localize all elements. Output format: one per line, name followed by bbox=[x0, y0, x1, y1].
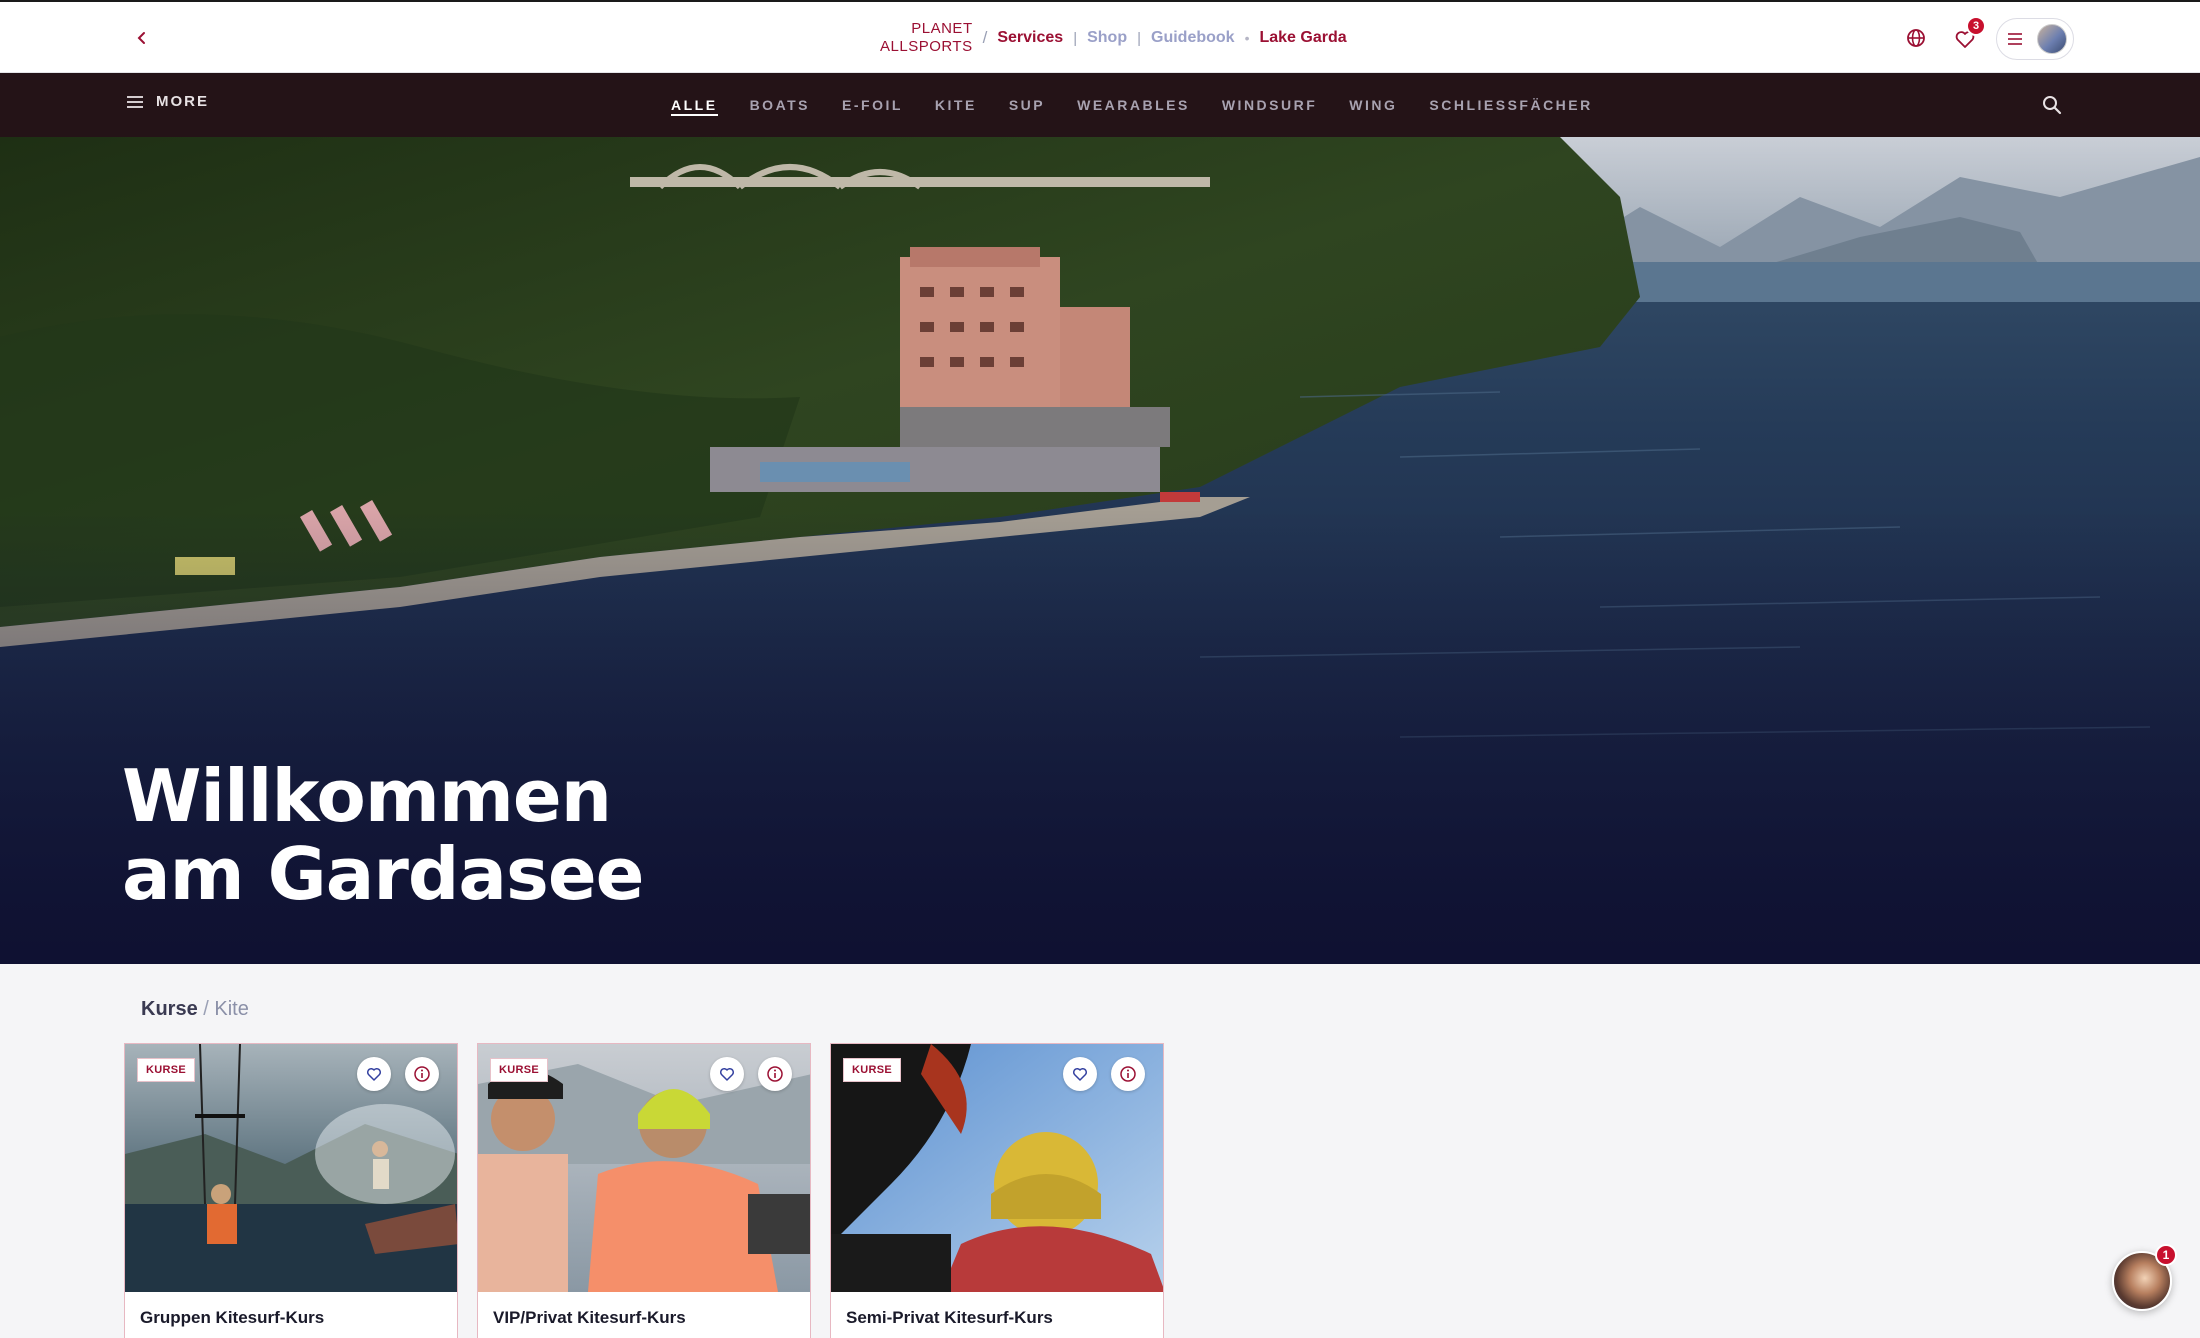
favorite-button[interactable] bbox=[710, 1057, 744, 1091]
crumb-shop[interactable]: Shop bbox=[1087, 29, 1127, 47]
chevron-left-icon bbox=[137, 32, 145, 44]
location-selector[interactable]: Lake Garda bbox=[1259, 29, 1346, 47]
more-label: MORE bbox=[156, 93, 209, 110]
crumb-divider: | bbox=[1073, 29, 1078, 47]
section-breadcrumb: Kurse / Kite bbox=[141, 998, 249, 1021]
heart-icon bbox=[719, 1067, 735, 1081]
menu-icon bbox=[2008, 33, 2022, 45]
search-button[interactable] bbox=[2040, 93, 2064, 117]
brand-breadcrumb: PLANET ALLSPORTS / Services | Shop | Gui… bbox=[880, 18, 1347, 58]
course-title[interactable]: Gruppen Kitesurf-Kurs bbox=[140, 1308, 324, 1328]
tab-schliessfaecher[interactable]: SCHLIESSFÄCHER bbox=[1413, 73, 1608, 137]
top-header: PLANET ALLSPORTS / Services | Shop | Gui… bbox=[0, 0, 2200, 73]
course-card-image: KURSE bbox=[831, 1044, 1163, 1292]
crumb-guidebook[interactable]: Guidebook bbox=[1151, 29, 1235, 47]
info-icon bbox=[414, 1066, 430, 1082]
crumb-services[interactable]: Services bbox=[997, 29, 1063, 47]
favorites-count-badge: 3 bbox=[1966, 16, 1986, 36]
tab-sup[interactable]: SUP bbox=[993, 73, 1061, 137]
user-avatar bbox=[2037, 24, 2067, 54]
search-icon bbox=[2043, 96, 2062, 115]
hero-banner: Willkommen am Gardasee bbox=[0, 137, 2200, 964]
heart-icon bbox=[1072, 1067, 1088, 1081]
section-crumb-sub: Kite bbox=[214, 998, 249, 1020]
tab-kite[interactable]: KITE bbox=[919, 73, 993, 137]
info-button[interactable] bbox=[758, 1057, 792, 1091]
course-cards: KURSE Gruppen Kitesurf-Kurs KURSE VIP/Pr… bbox=[124, 1043, 1164, 1338]
category-nav: MORE ALLE BOATS E-FOIL KITE SUP WEARABLE… bbox=[0, 73, 2200, 137]
crumb-separator: / bbox=[982, 28, 988, 47]
info-button[interactable] bbox=[1111, 1057, 1145, 1091]
globe-icon bbox=[1907, 29, 1925, 47]
course-title[interactable]: Semi-Privat Kitesurf-Kurs bbox=[846, 1308, 1053, 1328]
crumb-dot: • bbox=[1244, 30, 1250, 46]
user-menu-button[interactable] bbox=[1996, 18, 2074, 60]
tab-e-foil[interactable]: E-FOIL bbox=[826, 73, 919, 137]
nav-tabs: ALLE BOATS E-FOIL KITE SUP WEARABLES WIN… bbox=[655, 73, 1609, 137]
hamburger-icon bbox=[127, 95, 143, 108]
language-button[interactable] bbox=[1902, 24, 1930, 52]
tab-wing[interactable]: WING bbox=[1333, 73, 1413, 137]
heart-icon bbox=[366, 1067, 382, 1081]
tab-windsurf[interactable]: WINDSURF bbox=[1206, 73, 1333, 137]
tab-alle[interactable]: ALLE bbox=[655, 73, 734, 137]
favorite-button[interactable] bbox=[357, 1057, 391, 1091]
course-card[interactable]: KURSE Gruppen Kitesurf-Kurs bbox=[124, 1043, 458, 1338]
back-button[interactable] bbox=[126, 22, 158, 54]
crumb-divider: | bbox=[1137, 29, 1141, 47]
tab-wearables[interactable]: WEARABLES bbox=[1061, 73, 1206, 137]
tab-boats[interactable]: BOATS bbox=[734, 73, 826, 137]
planet-allsports-logo[interactable]: PLANET ALLSPORTS bbox=[880, 20, 973, 56]
course-card[interactable]: KURSE Semi-Privat Kitesurf-Kurs bbox=[830, 1043, 1164, 1338]
course-card-image: KURSE bbox=[478, 1044, 810, 1292]
course-card[interactable]: KURSE VIP/Privat Kitesurf-Kurs bbox=[477, 1043, 811, 1338]
course-tag: KURSE bbox=[137, 1058, 196, 1082]
section-crumb-main[interactable]: Kurse bbox=[141, 998, 198, 1020]
info-icon bbox=[1120, 1066, 1136, 1082]
info-button[interactable] bbox=[405, 1057, 439, 1091]
favorite-button[interactable] bbox=[1063, 1057, 1097, 1091]
chat-unread-badge: 1 bbox=[2155, 1244, 2177, 1266]
course-tag: KURSE bbox=[843, 1058, 902, 1082]
more-menu-button[interactable]: MORE bbox=[126, 93, 209, 110]
course-title[interactable]: VIP/Privat Kitesurf-Kurs bbox=[493, 1308, 686, 1328]
section-crumb-separator: / bbox=[203, 998, 209, 1020]
hero-title: Willkommen am Gardasee bbox=[122, 754, 645, 916]
info-icon bbox=[767, 1066, 783, 1082]
course-card-image: KURSE bbox=[125, 1044, 457, 1292]
course-tag: KURSE bbox=[490, 1058, 549, 1082]
